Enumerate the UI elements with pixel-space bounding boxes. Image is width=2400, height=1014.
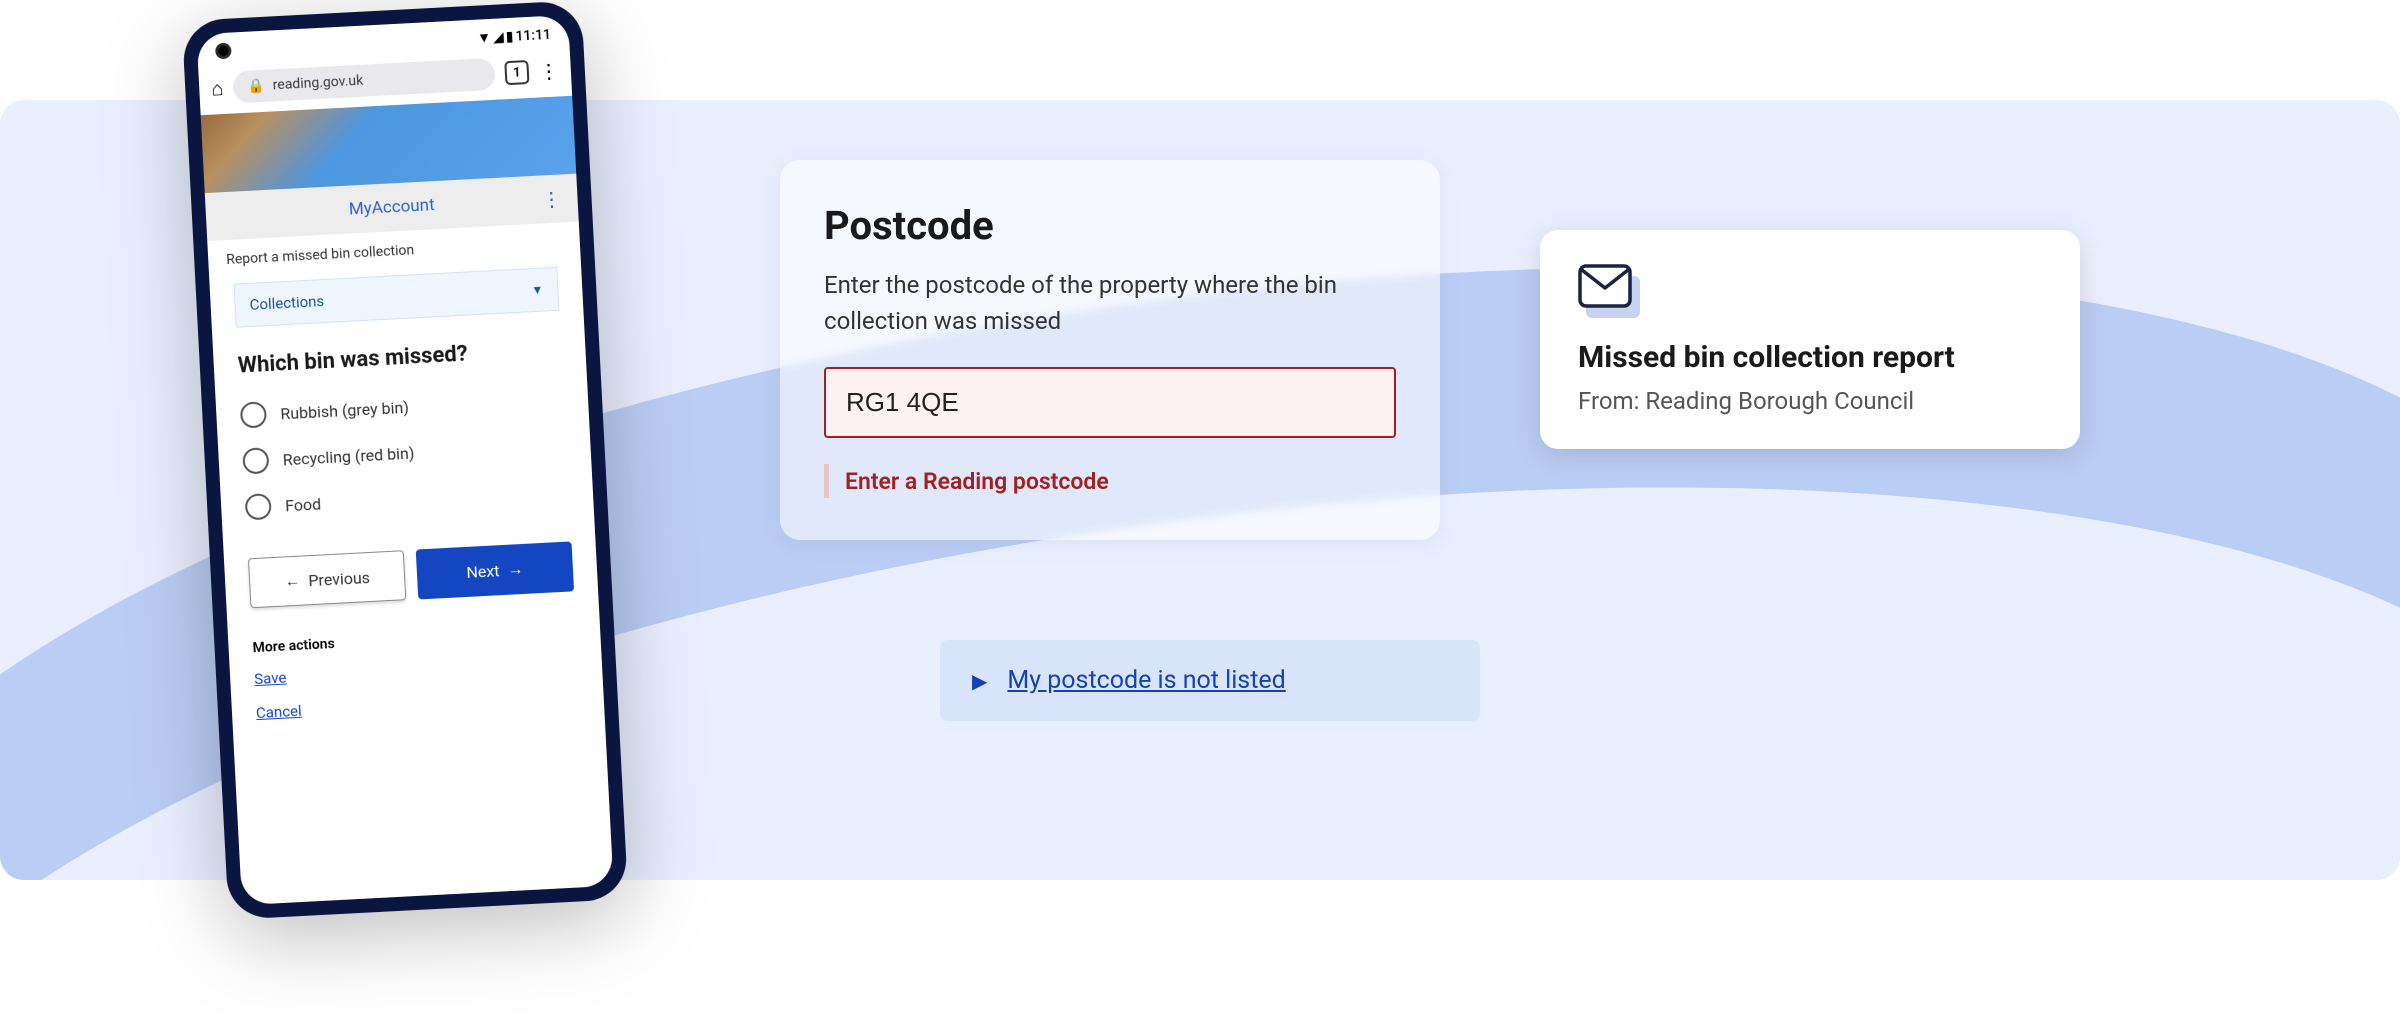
next-button[interactable]: Next →: [416, 541, 574, 599]
expander-label: My postcode is not listed: [1007, 666, 1285, 695]
next-label: Next: [466, 561, 500, 582]
lock-icon: 🔒: [247, 78, 265, 95]
notification-title: Missed bin collection report: [1578, 340, 2042, 375]
radio-icon: [240, 401, 267, 428]
radio-icon: [245, 493, 272, 520]
postcode-card: Postcode Enter the postcode of the prope…: [780, 160, 1440, 540]
home-icon[interactable]: ⌂: [211, 76, 224, 102]
previous-label: Previous: [308, 568, 371, 590]
battery-icon: ▮: [505, 28, 512, 44]
app-menu-icon[interactable]: ⋮: [541, 186, 562, 211]
radio-label: Rubbish (grey bin): [280, 397, 409, 423]
dropdown-label: Collections: [249, 292, 324, 314]
previous-button[interactable]: ← Previous: [248, 550, 406, 608]
radio-icon: [242, 447, 269, 474]
error-message: Enter a Reading postcode: [824, 464, 1396, 498]
error-text: Enter a Reading postcode: [845, 468, 1109, 495]
signal-icon: ◢: [493, 29, 503, 45]
radio-group: Rubbish (grey bin) Recycling (red bin) F…: [215, 366, 595, 539]
postcode-heading: Postcode: [824, 202, 1396, 249]
triangle-right-icon: ▶: [972, 669, 987, 693]
app-title: MyAccount: [348, 195, 435, 219]
error-indicator: [824, 464, 829, 498]
caret-down-icon: ▼: [531, 283, 544, 298]
radio-label: Food: [285, 494, 322, 515]
phone-frame: ▼ ◢ ▮ 11:11 ⌂ 🔒 reading.gov.uk 1 ⋮ MyAcc…: [182, 0, 629, 920]
browser-menu-icon[interactable]: ⋮: [538, 58, 559, 83]
arrow-left-icon: ←: [284, 571, 301, 592]
url-bar[interactable]: 🔒 reading.gov.uk: [233, 58, 496, 104]
status-time: 11:11: [515, 26, 551, 44]
notification-card: Missed bin collection report From: Readi…: [1540, 230, 2080, 449]
radio-label: Recycling (red bin): [282, 443, 414, 469]
tab-count[interactable]: 1: [504, 60, 529, 85]
phone-mockup: ▼ ◢ ▮ 11:11 ⌂ 🔒 reading.gov.uk 1 ⋮ MyAcc…: [182, 0, 629, 920]
wifi-icon: ▼: [477, 29, 490, 47]
postcode-instruction: Enter the postcode of the property where…: [824, 267, 1396, 339]
mail-icon: [1578, 264, 1640, 318]
arrow-right-icon: →: [507, 559, 524, 580]
postcode-input[interactable]: [824, 367, 1396, 438]
postcode-not-listed-expander[interactable]: ▶ My postcode is not listed: [940, 640, 1480, 721]
url-text: reading.gov.uk: [272, 73, 363, 94]
notification-from: From: Reading Borough Council: [1578, 387, 2042, 415]
phone-screen: ▼ ◢ ▮ 11:11 ⌂ 🔒 reading.gov.uk 1 ⋮ MyAcc…: [196, 15, 613, 905]
